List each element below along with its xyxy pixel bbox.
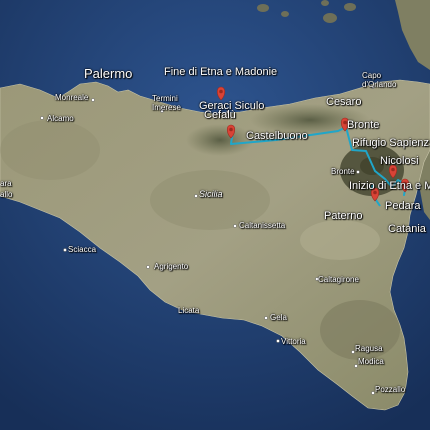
place-label-caltanissetta: Caltanissetta bbox=[239, 221, 286, 230]
place-label-modica: Modica bbox=[358, 357, 384, 366]
place-label-bronte-town: Bronte bbox=[331, 167, 355, 176]
place-label-licata: Licata bbox=[178, 306, 200, 315]
town-dot-agrigento bbox=[146, 265, 150, 269]
satellite-map[interactable]: Fine di Etna e Madonie Geraci Siculo Cas… bbox=[0, 0, 430, 430]
place-label-sicilia: Sicilia bbox=[199, 189, 223, 199]
town-dot-sicilia bbox=[194, 194, 198, 198]
route-label-pedara: Pedara bbox=[385, 200, 421, 212]
route-label-inizio: Inizio di Etna e Madonie bbox=[349, 180, 430, 192]
town-dot-monreale bbox=[91, 98, 95, 102]
island bbox=[323, 13, 337, 23]
island bbox=[344, 3, 356, 11]
place-label-agrigento: Agrigento bbox=[154, 262, 189, 271]
place-label-paterno: Paterno bbox=[324, 210, 363, 222]
town-dot-gela bbox=[264, 316, 268, 320]
route-label-bronte: Bronte bbox=[347, 119, 380, 131]
place-label-pozzallo: Pozzallo bbox=[375, 385, 406, 394]
route-label-rifugio: Rifugio Sapienza bbox=[352, 137, 430, 149]
town-dot-caltanissetta bbox=[233, 224, 237, 228]
place-label-alcamo: Alcamo bbox=[47, 114, 74, 123]
place-label-catania: Catania bbox=[388, 223, 426, 235]
terrain-madonie bbox=[186, 124, 254, 156]
place-label-termini: Termini Imerese bbox=[152, 94, 181, 112]
route-label-nicolosi: Nicolosi bbox=[380, 155, 419, 167]
route-label-castelbuono: Castelbuono bbox=[246, 130, 308, 142]
place-label-vittoria: Vittoria bbox=[281, 337, 306, 346]
island bbox=[257, 4, 269, 12]
island bbox=[321, 0, 329, 6]
place-label-caltagirone: Caltagirone bbox=[318, 275, 359, 284]
place-label-sciacca: Sciacca bbox=[68, 245, 97, 254]
route-label-fine: Fine di Etna e Madonie bbox=[164, 66, 278, 78]
town-dot-vittoria bbox=[276, 339, 280, 343]
town-dot-alcamo bbox=[40, 116, 44, 120]
place-label-cefalu: Cefalù bbox=[204, 109, 236, 121]
place-label-palermo: Palermo bbox=[84, 66, 133, 81]
place-label-cesaro: Cesaro bbox=[326, 96, 362, 108]
town-dot-bronte bbox=[356, 170, 360, 174]
place-label-ragusa: Ragusa bbox=[355, 344, 383, 353]
place-label-capo: Capo d'Orlando bbox=[362, 71, 397, 89]
place-label-mara: ara bbox=[0, 179, 12, 188]
place-label-gela: Gela bbox=[270, 313, 287, 322]
place-label-monreale: Monreale bbox=[55, 93, 89, 102]
terrain-plain bbox=[300, 220, 380, 260]
island bbox=[281, 11, 289, 17]
town-dot-sciacca bbox=[63, 248, 67, 252]
place-label-vallo: allo bbox=[0, 190, 13, 199]
terrain-west bbox=[0, 120, 100, 180]
